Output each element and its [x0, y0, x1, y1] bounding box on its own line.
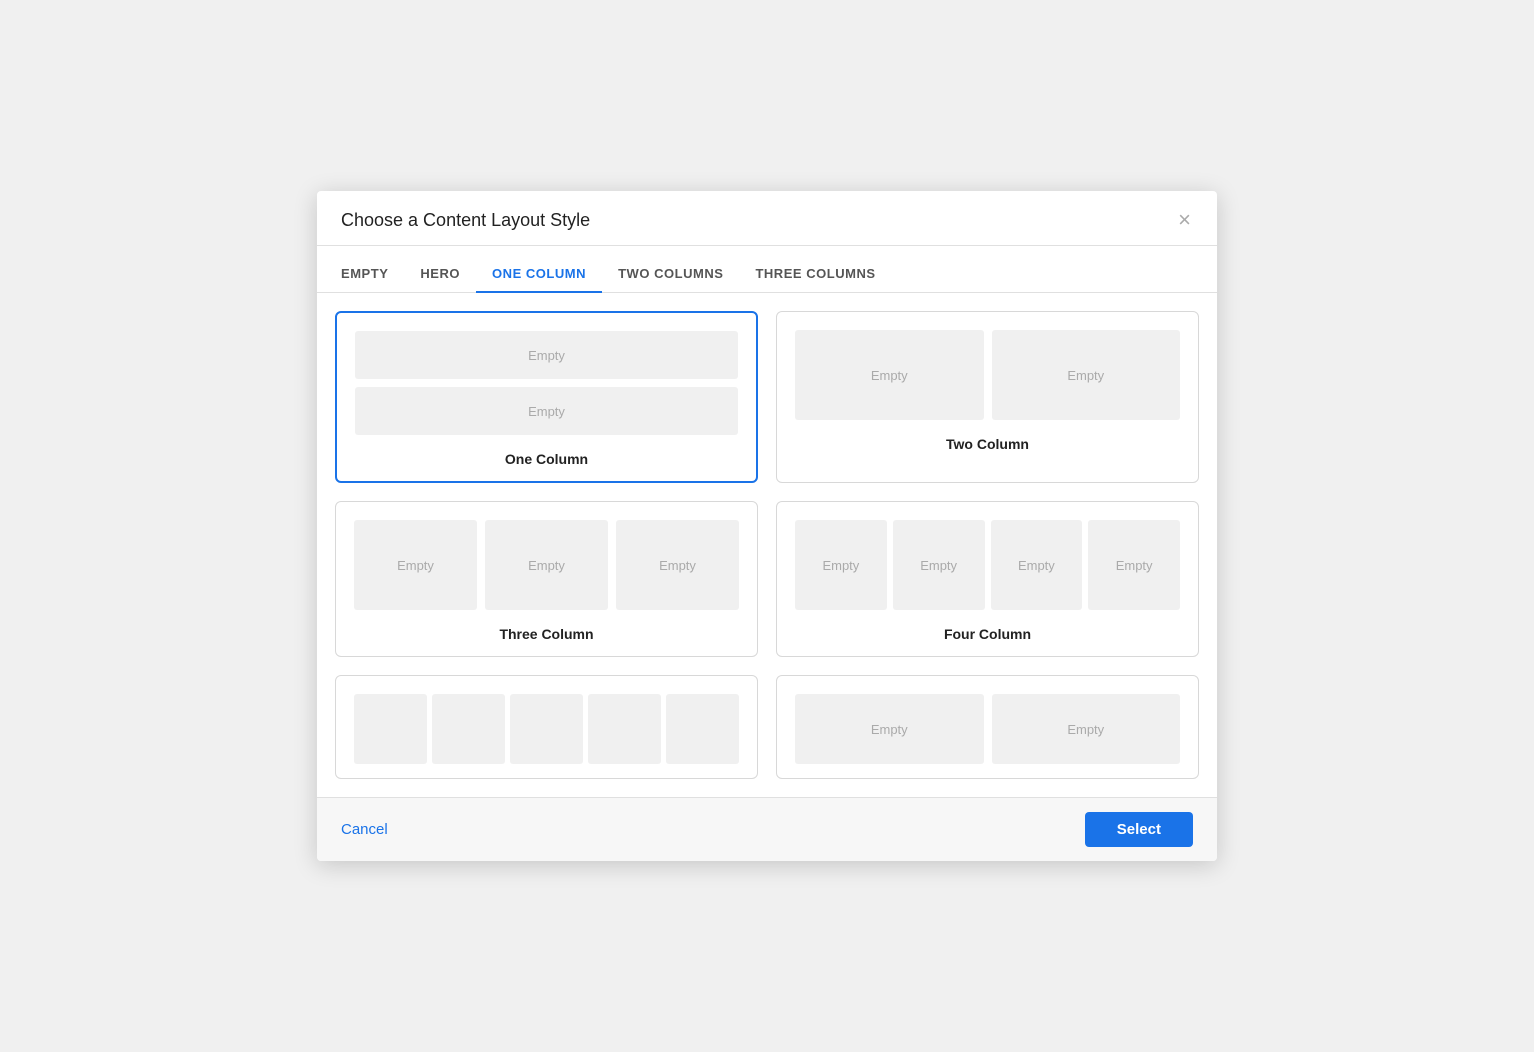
layout-card-two-column[interactable]: Empty Empty Two Column [776, 311, 1199, 483]
five-col-block-3 [510, 694, 583, 764]
two-col-label: Two Column [946, 436, 1029, 452]
five-col-block-5 [666, 694, 739, 764]
dialog-header: Choose a Content Layout Style × [317, 191, 1217, 246]
two-col-block-2: Empty [992, 330, 1181, 420]
four-col-label: Four Column [944, 626, 1031, 642]
two-col-asym-preview: Empty Empty [795, 694, 1180, 764]
four-col-block-1: Empty [795, 520, 887, 610]
one-col-block-1: Empty [355, 331, 738, 379]
three-col-preview: Empty Empty Empty [354, 520, 739, 610]
layout-card-three-column[interactable]: Empty Empty Empty Three Column [335, 501, 758, 657]
select-button[interactable]: Select [1085, 812, 1193, 847]
close-button[interactable]: × [1176, 209, 1193, 231]
dialog-title: Choose a Content Layout Style [341, 210, 590, 231]
two-col-asym-block-1: Empty [795, 694, 984, 764]
tab-hero[interactable]: HERO [404, 258, 476, 293]
content-layout-dialog: Choose a Content Layout Style × EMPTY HE… [317, 191, 1217, 861]
layout-card-five-column[interactable] [335, 675, 758, 779]
four-col-block-4: Empty [1088, 520, 1180, 610]
layouts-grid: Empty Empty One Column Empty Empty [335, 311, 1199, 797]
four-col-block-2: Empty [893, 520, 985, 610]
four-col-preview: Empty Empty Empty Empty [795, 520, 1180, 610]
three-col-block-1: Empty [354, 520, 477, 610]
one-col-block-2: Empty [355, 387, 738, 435]
five-col-block-2 [432, 694, 505, 764]
layouts-content: Empty Empty One Column Empty Empty [317, 293, 1217, 797]
layout-card-two-col-asym[interactable]: Empty Empty [776, 675, 1199, 779]
tab-one-column[interactable]: ONE COLUMN [476, 258, 602, 293]
cancel-button[interactable]: Cancel [341, 815, 388, 844]
three-col-block-2: Empty [485, 520, 608, 610]
two-col-block-1: Empty [795, 330, 984, 420]
layout-card-four-column[interactable]: Empty Empty Empty Empty Four Column [776, 501, 1199, 657]
dialog-footer: Cancel Select [317, 797, 1217, 861]
three-col-label: Three Column [499, 626, 593, 642]
tab-empty[interactable]: EMPTY [341, 258, 404, 293]
tab-two-columns[interactable]: TWO COLUMNS [602, 258, 739, 293]
one-col-label: One Column [505, 451, 588, 467]
layout-card-one-column[interactable]: Empty Empty One Column [335, 311, 758, 483]
tabs-bar: EMPTY HERO ONE COLUMN TWO COLUMNS THREE … [317, 246, 1217, 293]
one-col-preview: Empty Empty [355, 331, 738, 435]
five-col-block-1 [354, 694, 427, 764]
five-col-block-4 [588, 694, 661, 764]
five-col-preview [354, 694, 739, 764]
tab-three-columns[interactable]: THREE COLUMNS [739, 258, 891, 293]
two-col-preview: Empty Empty [795, 330, 1180, 420]
four-col-block-3: Empty [991, 520, 1083, 610]
two-col-asym-block-2: Empty [992, 694, 1181, 764]
three-col-block-3: Empty [616, 520, 739, 610]
